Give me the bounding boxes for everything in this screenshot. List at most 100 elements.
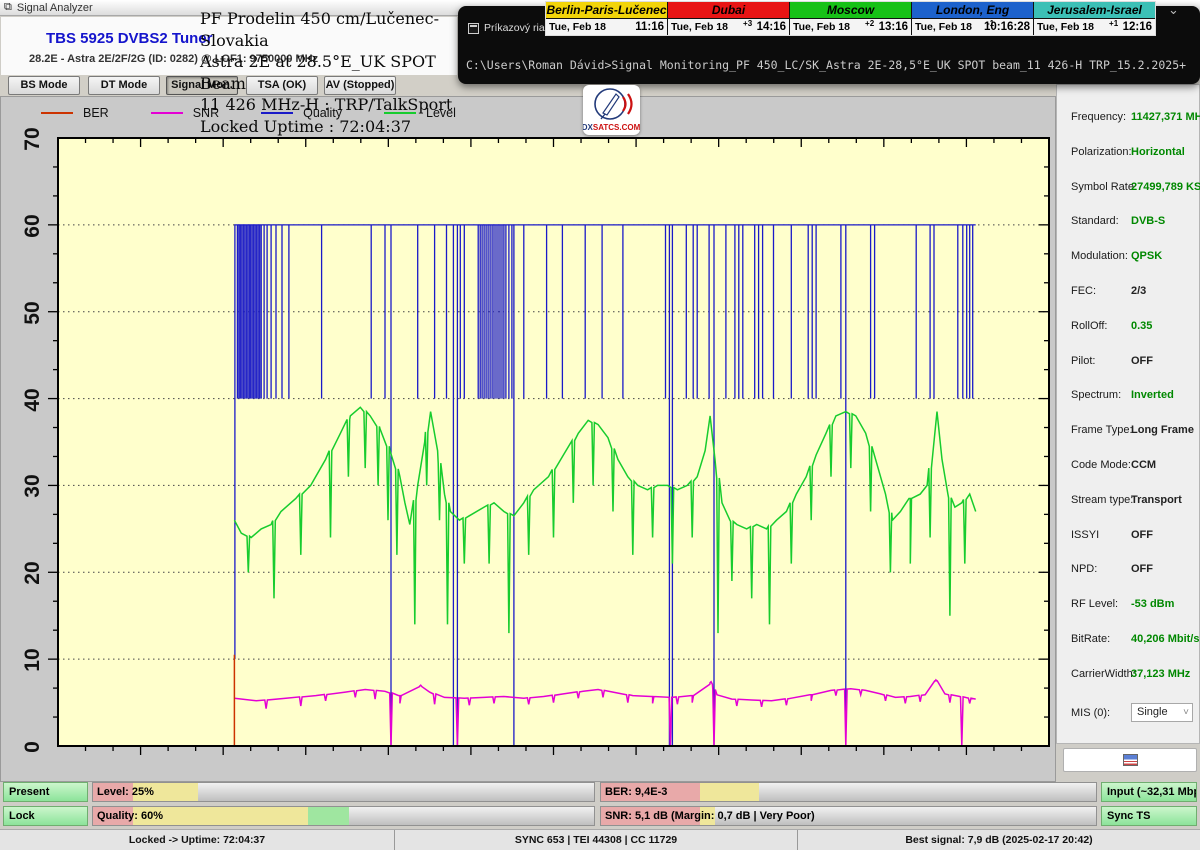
panel-label: BitRate: (1071, 633, 1110, 645)
panel-value: 11427,371 MHz (1131, 111, 1200, 123)
transponder-info-panel: Frequency: 11427,371 MHz Polarization:Hori… (1056, 84, 1200, 744)
panel-label: RF Level: (1071, 598, 1118, 610)
panel-label: MIS (0): (1071, 707, 1110, 719)
status-sync-counters: SYNC 653 | TEI 44308 | CC 11729 (395, 830, 798, 850)
app-icon: ⧉ (4, 2, 12, 13)
panel-value: Long Frame (1131, 424, 1194, 436)
panel-value: CCM (1131, 459, 1156, 471)
panel-row-modulation-: Modulation:QPSK (1057, 250, 1199, 280)
tuner-info-area: TBS 5925 DVBS2 Tuner 28.2E - Astra 2E/2F… (1, 17, 457, 75)
disk-icon (1123, 754, 1138, 766)
svg-text:DXSATCS.COM: DXSATCS.COM (583, 123, 640, 132)
tab-tsa-ok-[interactable]: TSA (OK) (246, 76, 318, 95)
panel-value: -53 dBm (1131, 598, 1174, 610)
chevron-down-icon[interactable]: ⌄ (1168, 2, 1179, 18)
badge-lock: Lock (3, 806, 88, 826)
bar-segment (700, 783, 759, 801)
bar-label: Level: 25% (97, 783, 154, 801)
panel-row-standard-: Standard: DVB-S (1057, 215, 1199, 245)
legend-swatch-quality (261, 112, 293, 114)
panel-row-frequency-: Frequency: 11427,371 MHz (1057, 111, 1199, 141)
clock-city-label: London, Eng (912, 2, 1033, 19)
clock-city-label: Moscow (790, 2, 911, 19)
panel-label: ISSYI (1071, 529, 1099, 541)
legend-label: Quality (303, 106, 342, 120)
clock-date: Tue, Feb 18 (793, 21, 850, 33)
panel-label: Modulation: (1071, 250, 1128, 262)
badge-sync-ts: Sync TS (1101, 806, 1197, 826)
window-title: Signal Analyzer (17, 2, 93, 14)
panel-label: Polarization: (1071, 146, 1132, 158)
y-axis-label-70: 70 (21, 119, 45, 159)
panel-label: Pilot: (1071, 355, 1095, 367)
signal-chart-container: BERSNRQualityLevel 010203040506070 (0, 96, 1056, 782)
clock-dubai: DubaiTue, Feb 18+314:16 (668, 2, 790, 35)
save-button[interactable] (1063, 748, 1197, 772)
chart-legend: BER SNR Quality Level (41, 106, 456, 120)
panel-row-carrierwidth-: CarrierWidth:37,123 MHz (1057, 668, 1199, 698)
clock-utc-offset: +3 (743, 19, 752, 28)
clock-utc-offset: +2 (865, 19, 874, 28)
badge-input: Input (~32,31 Mbps) (1101, 782, 1197, 802)
clock-city-label: Berlin-Paris-Lučenec (546, 2, 667, 19)
y-axis-label-0: 0 (21, 727, 45, 767)
clock-time: 13:16 (879, 21, 908, 33)
clock-time: 12:16 (1123, 21, 1152, 33)
panel-value: 37,123 MHz (1131, 668, 1190, 680)
legend-swatch-level (384, 112, 416, 114)
bar-label: BER: 9,4E-3 (605, 783, 667, 801)
panel-row-polarization-: Polarization:Horizontal (1057, 146, 1199, 176)
clock-time-row: Tue, Feb 18 +2 13:16 (790, 19, 911, 35)
panel-value: OFF (1131, 563, 1153, 575)
bar-label: SNR: 5,1 dB (Margin: 0,7 dB | Very Poor) (605, 807, 815, 825)
progress-bar-level: Level: 25% (92, 782, 595, 802)
panel-label: Standard: (1071, 215, 1119, 227)
clock-date: Tue, Feb 18 (549, 21, 606, 33)
clock-time-row: Tue, Feb 18+112:16 (1034, 19, 1155, 35)
panel-label: Spectrum: (1071, 389, 1121, 401)
panel-value: QPSK (1131, 250, 1162, 262)
status-bar: Locked -> Uptime: 72:04:37 SYNC 653 | TE… (0, 829, 1200, 850)
legend-item-snr: SNR (151, 106, 219, 120)
panel-label: Symbol Rate: (1071, 181, 1137, 193)
command-prompt-title: Príkazový ria (484, 22, 545, 34)
panel-value: OFF (1131, 529, 1153, 541)
panel-row-issyi: ISSYI OFF (1057, 529, 1199, 559)
tab-signal-mon-[interactable]: Signal Mon. (166, 76, 238, 95)
y-axis-label-20: 20 (21, 553, 45, 593)
panel-value: 40,206 Mbit/s (1131, 633, 1199, 645)
y-axis-label-50: 50 (21, 293, 45, 333)
panel-label: Stream type: (1071, 494, 1133, 506)
panel-value: OFF (1131, 355, 1153, 367)
legend-label: Level (426, 106, 456, 120)
tuner-lnb-info: 28.2E - Astra 2E/2F/2G (ID: 0282) @ LOF1… (29, 53, 318, 65)
tab-av-stopped-[interactable]: AV (Stopped) (324, 76, 396, 95)
clock-time: 11:16 (635, 21, 664, 33)
tab-bs-mode[interactable]: BS Mode (8, 76, 80, 95)
panel-row-bitrate-: BitRate: 40,206 Mbit/s (1057, 633, 1199, 663)
panel-label: Code Mode: (1071, 459, 1131, 471)
panel-label: CarrierWidth: (1071, 668, 1136, 680)
legend-item-ber: BER (41, 106, 109, 120)
progress-bar-quality: Quality: 60% (92, 806, 595, 826)
legend-label: SNR (193, 106, 219, 120)
tab-dt-mode[interactable]: DT Mode (88, 76, 160, 95)
bar-label: Quality: 60% (97, 807, 163, 825)
clock-date: Tue, Feb 18 (671, 21, 728, 33)
panel-label: Frequency: (1071, 111, 1126, 123)
clock-city-label: Dubai (668, 2, 789, 19)
panel-row-rolloff-: RollOff:0.35 (1057, 320, 1199, 350)
mis-dropdown[interactable]: Single˅ (1131, 703, 1193, 722)
command-prompt-line: C:\Users\Roman Dávid>Signal Monitoring_P… (466, 58, 1196, 72)
panel-row-stream-type-: Stream type:Transport (1057, 494, 1199, 524)
y-axis-label-40: 40 (21, 380, 45, 420)
tuner-name: TBS 5925 DVBS2 Tuner (46, 30, 212, 47)
panel-value: Horizontal (1131, 146, 1185, 158)
legend-swatch-snr (151, 112, 183, 114)
command-prompt-titlebar[interactable]: Príkazový ria (468, 22, 545, 34)
legend-item-level: Level (384, 106, 456, 120)
panel-value: DVB-S (1131, 215, 1165, 227)
panel-row-npd-: NPD:OFF (1057, 563, 1199, 593)
panel-value: 27499,789 KS/s (1131, 181, 1200, 193)
bar-segment (308, 807, 348, 825)
